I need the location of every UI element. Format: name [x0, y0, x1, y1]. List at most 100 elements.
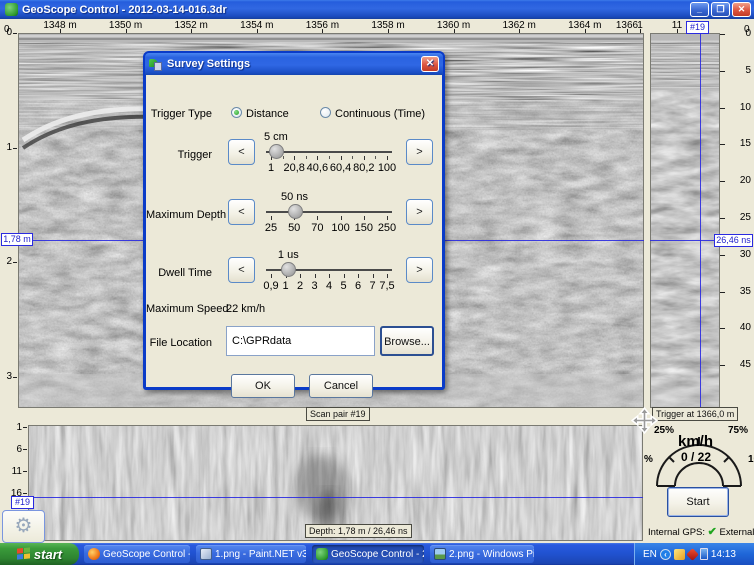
- max-depth-label: Maximum Depth: [146, 209, 212, 221]
- app-icon: [5, 3, 18, 16]
- ruler-scan-marker[interactable]: #19: [686, 21, 709, 34]
- radio-distance-label[interactable]: Distance: [246, 108, 289, 120]
- slider-tick-mark: [364, 216, 365, 220]
- trigger-label: Trigger: [146, 149, 212, 161]
- slider-tick-mark-minor: [329, 156, 330, 159]
- max-depth-decrease-button[interactable]: <: [228, 199, 255, 225]
- dwell-time-slider-value: 1 us: [278, 249, 299, 261]
- tray-app-icon-2[interactable]: [686, 548, 699, 561]
- tray-battery-icon[interactable]: [700, 548, 708, 560]
- dwell-time-slider-thumb[interactable]: [281, 262, 296, 277]
- time-scale-tick-mark: [720, 328, 725, 329]
- trigger-slider-thumb[interactable]: [269, 144, 284, 159]
- time-scale-tick-mark: [720, 181, 725, 182]
- max-depth-slider-track[interactable]: [266, 211, 392, 213]
- gps-ok-check-icon: ✔: [708, 526, 717, 538]
- external-gps-label: External G: [720, 527, 754, 538]
- start-label: start: [34, 547, 62, 562]
- time-scale-tick-label: 40: [729, 322, 751, 333]
- depth-scale-tick-label: 2: [0, 256, 12, 267]
- max-depth-slider[interactable]: 50 ns 255070100150250: [264, 184, 394, 234]
- taskbar-task-1[interactable]: GeoScope Control - M...: [84, 545, 190, 563]
- max-depth-increase-button[interactable]: >: [406, 199, 433, 225]
- start-button[interactable]: Start: [667, 487, 729, 517]
- depth-scale-tick-label: 3: [0, 371, 12, 382]
- max-depth-slider-thumb[interactable]: [288, 204, 303, 219]
- radargram-strip[interactable]: [650, 33, 720, 408]
- survey-settings-dialog: Survey Settings ✕ Trigger Type Distance …: [143, 51, 445, 390]
- gear-icon: ⚙: [15, 515, 33, 537]
- time-cursor-line-strip[interactable]: [650, 240, 720, 241]
- move-cursor-icon: [631, 407, 658, 434]
- minimize-button[interactable]: _: [690, 2, 709, 17]
- dwell-time-label: Dwell Time: [146, 267, 212, 279]
- dialog-titlebar: Survey Settings ✕: [145, 53, 443, 75]
- dwell-time-decrease-button[interactable]: <: [228, 257, 255, 283]
- max-depth-slider-value: 50 ns: [281, 191, 308, 203]
- scan-marker-label[interactable]: #19: [11, 496, 34, 509]
- ok-button[interactable]: OK: [231, 374, 295, 398]
- radio-distance[interactable]: [231, 107, 242, 118]
- tray-clock: 14:13: [711, 549, 736, 560]
- language-indicator[interactable]: EN: [643, 549, 657, 560]
- start-menu-button[interactable]: start: [0, 543, 79, 565]
- taskbar-task-2[interactable]: 1.png - Paint.NET v3....: [196, 545, 306, 563]
- scan-cursor-line[interactable]: [28, 497, 643, 498]
- slider-tick-label: 250: [369, 222, 405, 234]
- slider-tick-mark: [300, 274, 301, 278]
- trigger-slider[interactable]: 5 cm 120,840,660,480,2100: [264, 124, 394, 174]
- slider-tick-mark: [329, 274, 330, 278]
- dwell-time-slider[interactable]: 1 us 0,912345677,5: [264, 242, 394, 292]
- close-button[interactable]: ✕: [732, 2, 751, 17]
- ruler-tick-mark: [191, 29, 192, 33]
- slider-tick-mark: [358, 274, 359, 278]
- gauge-100pct-label: 10: [748, 454, 754, 465]
- trigger-cursor-line[interactable]: [700, 33, 701, 409]
- tray-language-icon[interactable]: ‹: [660, 549, 671, 560]
- task-label: GeoScope Control - 2...: [331, 549, 424, 560]
- trigger-decrease-button[interactable]: <: [228, 139, 255, 165]
- ruler-tick-mark: [454, 29, 455, 33]
- trigger-at-label: Trigger at 1366,0 m: [652, 407, 738, 421]
- slider-tick-mark: [387, 216, 388, 220]
- max-speed-value: 22 km/h: [226, 303, 265, 315]
- gauge-unit: km/h: [678, 433, 713, 450]
- radio-continuous[interactable]: [320, 107, 331, 118]
- dialog-close-button[interactable]: ✕: [421, 56, 439, 72]
- radio-continuous-label[interactable]: Continuous (Time): [335, 108, 425, 120]
- browse-button[interactable]: Browse...: [380, 326, 434, 356]
- ruler-strip-tick-mark: [640, 29, 641, 33]
- time-scale-tick-label: 45: [729, 359, 751, 370]
- taskbar-task-3[interactable]: GeoScope Control - 2...: [312, 545, 424, 563]
- slider-tick-mark-minor: [375, 156, 376, 159]
- time-scale-tick-mark: [720, 34, 725, 35]
- slider-tick-mark: [364, 156, 365, 160]
- ruler-tick-mark: [388, 29, 389, 33]
- scan-pair-label: Scan pair #19: [306, 407, 370, 421]
- scan-scale-tick-mark: [23, 449, 27, 450]
- geoscope-icon: [316, 548, 328, 560]
- slider-tick-mark: [317, 156, 318, 160]
- depth-cursor-label[interactable]: 1,78 m: [1, 233, 33, 246]
- gps-status: Internal GPS: ✔ External G: [648, 525, 754, 538]
- settings-gear-button[interactable]: ⚙: [2, 510, 45, 543]
- time-cursor-label[interactable]: 26,46 ns: [714, 234, 753, 247]
- trigger-slider-track[interactable]: [266, 151, 392, 153]
- cancel-button[interactable]: Cancel: [309, 374, 373, 398]
- tray-app-icon-1[interactable]: [674, 549, 685, 560]
- slider-row-dwell-time: Dwell Time < 1 us 0,912345677,5 >: [146, 242, 442, 292]
- slider-tick-mark-minor: [306, 156, 307, 159]
- slider-tick-mark: [271, 216, 272, 220]
- trigger-increase-button[interactable]: >: [406, 139, 433, 165]
- ruler-tick-mark: [257, 29, 258, 33]
- slider-tick-mark: [344, 274, 345, 278]
- dwell-time-increase-button[interactable]: >: [406, 257, 433, 283]
- trigger-type-label: Trigger Type: [146, 108, 212, 120]
- internal-gps-label: Internal GPS:: [648, 527, 705, 538]
- file-location-input[interactable]: C:\GPRdata: [226, 326, 375, 356]
- restore-button[interactable]: ❐: [711, 2, 730, 17]
- dialog-body: Trigger Type Distance Continuous (Time) …: [146, 75, 442, 387]
- slider-tick-mark: [387, 274, 388, 278]
- taskbar-task-4[interactable]: 2.png - Windows Pict...: [430, 545, 534, 563]
- slider-tick-mark: [315, 274, 316, 278]
